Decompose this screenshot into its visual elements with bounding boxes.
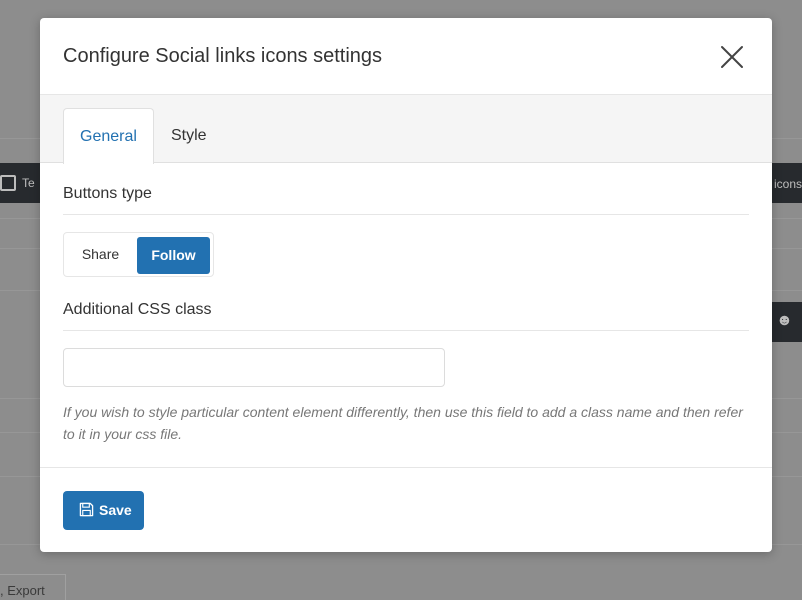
- tab-style[interactable]: Style: [171, 108, 207, 163]
- save-button[interactable]: Save: [63, 491, 144, 530]
- buttons-type-toggle: Share Follow: [63, 232, 214, 277]
- background-toolbar-text: icons: [774, 177, 802, 191]
- share-option-button[interactable]: Share: [64, 233, 137, 276]
- background-toolbar-right: icons: [772, 163, 802, 203]
- css-class-label: Additional CSS class: [63, 301, 212, 318]
- modal-header: Configure Social links icons settings: [40, 18, 772, 95]
- section-divider: [63, 330, 749, 331]
- save-button-label: Save: [99, 502, 132, 518]
- modal-title: Configure Social links icons settings: [63, 45, 383, 67]
- tabs-bar: General Style: [40, 95, 772, 164]
- close-button[interactable]: [720, 45, 744, 69]
- background-toolbar-text: Te: [22, 176, 35, 190]
- background-toolbar-left: Te: [0, 163, 40, 203]
- css-class-input[interactable]: [63, 348, 445, 387]
- background-export-text: , Export: [0, 583, 45, 598]
- close-icon: [721, 46, 743, 68]
- tab-general[interactable]: General: [63, 108, 154, 164]
- background-export-tab: , Export: [0, 574, 66, 600]
- follow-option-button[interactable]: Follow: [137, 237, 210, 274]
- user-icon: ☻: [776, 312, 793, 329]
- footer-divider: [40, 467, 772, 468]
- background-user-button: ☻: [772, 302, 802, 342]
- css-class-help-text: If you wish to style particular content …: [63, 404, 743, 442]
- hash-icon: [0, 175, 16, 191]
- floppy-disk-icon: [79, 502, 94, 517]
- settings-modal: Configure Social links icons settings Ge…: [40, 18, 772, 552]
- section-divider: [63, 214, 749, 215]
- buttons-type-label: Buttons type: [63, 185, 152, 202]
